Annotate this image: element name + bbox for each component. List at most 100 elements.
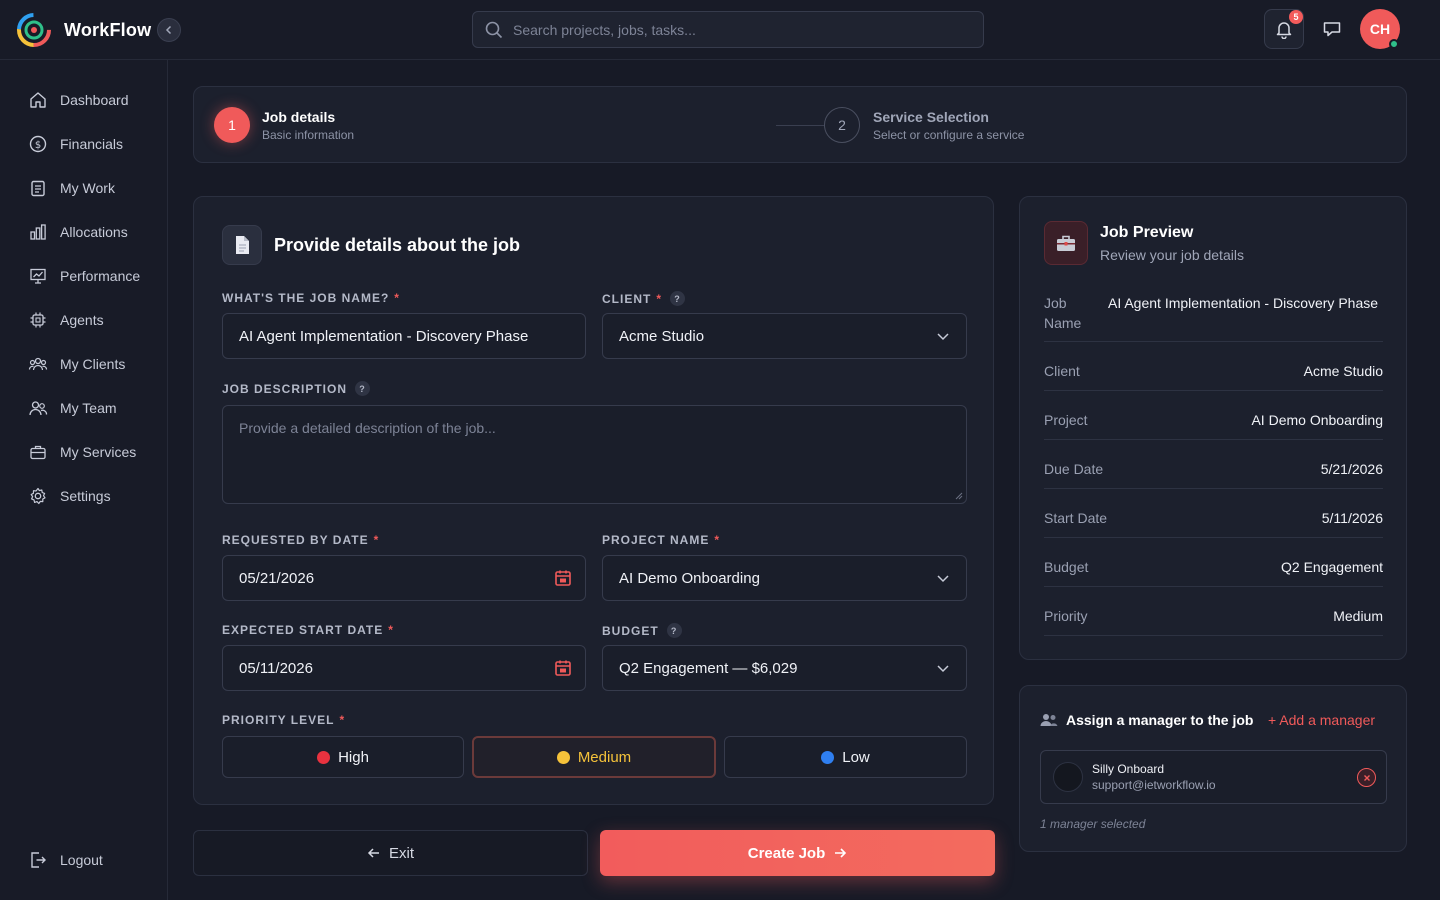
start-date-input[interactable]: 05/11/2026 (222, 645, 586, 691)
chat-icon (1323, 22, 1341, 37)
requested-by-date-input[interactable]: 05/21/2026 (222, 555, 586, 601)
logout-label: Logout (60, 852, 103, 868)
client-label-text: CLIENT (602, 291, 652, 306)
job-name-value: AI Agent Implementation - Discovery Phas… (239, 327, 529, 345)
sidebar-item-allocations[interactable]: Allocations (28, 220, 128, 244)
sidebar-item-financials[interactable]: $ Financials (28, 132, 123, 156)
chip-icon (28, 310, 48, 330)
collapse-sidebar-button[interactable] (157, 18, 181, 42)
assign-manager-title-text: Assign a manager to the job (1066, 712, 1254, 728)
clipboard-icon (28, 178, 48, 198)
search-bar[interactable] (472, 11, 984, 48)
yellow-dot-icon (556, 750, 570, 764)
preview-value: AI Agent Implementation - Discovery Phas… (1108, 295, 1379, 311)
sidebar-item-performance[interactable]: Performance (28, 264, 140, 288)
preview-row-priority: Priority Medium (1044, 608, 1383, 636)
create-job-button[interactable]: Create Job (600, 830, 995, 876)
add-manager-button[interactable]: + Add a manager (1268, 712, 1375, 728)
preview-value: 5/11/2026 (1321, 510, 1383, 526)
requested-by-label-text: REQUESTED BY DATE (222, 533, 369, 547)
logo-icon (17, 13, 51, 47)
preview-key: Job Name (1044, 295, 1082, 331)
messages-button[interactable] (1318, 15, 1346, 43)
preview-value: AI Demo Onboarding (1251, 412, 1383, 428)
help-icon[interactable]: ? (355, 381, 371, 396)
presentation-chart-icon (28, 266, 48, 286)
sidebar-item-agents[interactable]: Agents (28, 308, 104, 332)
priority-label-text: PRIORITY LEVEL (222, 713, 335, 727)
client-value: Acme Studio (619, 327, 705, 345)
budget-select[interactable]: Q2 Engagement — $6,029 (602, 645, 967, 691)
preview-row-project: Project AI Demo Onboarding (1044, 412, 1383, 440)
users-icon (28, 398, 48, 418)
resize-handle-icon[interactable] (955, 492, 963, 500)
preview-value: Acme Studio (1303, 363, 1383, 379)
project-name-select[interactable]: AI Demo Onboarding (602, 555, 967, 601)
arrow-right-icon (835, 848, 847, 858)
sidebar-item-label: My Team (60, 400, 117, 416)
form-title: Provide details about the job (274, 235, 521, 255)
priority-high-button[interactable]: High (222, 736, 464, 778)
sidebar-item-settings[interactable]: Settings (28, 484, 111, 508)
bar-chart-icon (28, 222, 48, 242)
briefcase-icon (28, 442, 48, 462)
logout-button[interactable]: Logout (28, 848, 103, 872)
sidebar-item-dashboard[interactable]: Dashboard (28, 88, 129, 112)
sidebar-item-label: Agents (60, 312, 104, 328)
project-name-label: PROJECT NAME * (602, 533, 720, 547)
calendar-icon[interactable] (553, 658, 573, 678)
assign-manager-title: Assign a manager to the job (1040, 712, 1253, 728)
required-mark: * (373, 533, 380, 547)
avatar (1053, 762, 1083, 792)
job-name-input[interactable]: AI Agent Implementation - Discovery Phas… (222, 313, 586, 359)
sidebar-item-my-clients[interactable]: My Clients (28, 352, 125, 376)
preview-title: Job Preview (1100, 224, 1194, 241)
blue-dot-icon (821, 750, 835, 764)
step-1-number[interactable]: 1 (214, 107, 250, 143)
priority-option-label: Low (842, 748, 870, 766)
close-icon (1363, 774, 1370, 781)
help-icon[interactable]: ? (670, 291, 686, 306)
exit-button[interactable]: Exit (193, 830, 588, 876)
preview-key: Budget (1044, 559, 1089, 575)
preview-row-due-date: Due Date 5/21/2026 (1044, 461, 1383, 489)
budget-label-text: BUDGET (602, 623, 659, 638)
calendar-icon[interactable] (553, 568, 573, 588)
priority-medium-button[interactable]: Medium (472, 736, 716, 778)
preview-key: Start Date (1044, 510, 1108, 526)
required-mark: * (394, 291, 400, 305)
arrow-left-icon (367, 848, 379, 858)
step-2-subtitle: Select or configure a service (873, 128, 1025, 142)
app-logo[interactable]: WorkFlow (16, 12, 151, 48)
sidebar-item-label: My Services (60, 444, 137, 460)
start-date-label-text: EXPECTED START DATE (222, 623, 384, 637)
exit-label: Exit (388, 844, 414, 862)
job-preview-card: Job Preview Review your job details Job … (1019, 196, 1407, 660)
sidebar-item-my-work[interactable]: My Work (28, 176, 115, 200)
step-2-number[interactable]: 2 (824, 107, 860, 143)
start-date-label: EXPECTED START DATE * (222, 623, 394, 637)
remove-manager-button[interactable] (1357, 768, 1376, 787)
manager-count-text: 1 manager selected (1040, 817, 1146, 831)
client-select[interactable]: Acme Studio (602, 313, 967, 359)
requested-by-label: REQUESTED BY DATE * (222, 533, 379, 547)
description-placeholder: Provide a detailed description of the jo… (239, 420, 496, 436)
document-icon (222, 225, 262, 265)
help-icon[interactable]: ? (666, 623, 682, 638)
red-dot-icon (317, 750, 331, 764)
priority-low-button[interactable]: Low (724, 736, 967, 778)
sidebar-item-my-team[interactable]: My Team (28, 396, 117, 420)
sidebar-item-my-services[interactable]: My Services (28, 440, 136, 464)
sidebar-item-label: Dashboard (60, 92, 129, 108)
priority-option-label: Medium (577, 748, 632, 766)
step-connector (776, 125, 824, 126)
assign-manager-card: Assign a manager to the job + Add a mana… (1019, 685, 1407, 852)
requested-by-value: 05/21/2026 (239, 569, 315, 587)
step-1-subtitle: Basic information (262, 128, 355, 142)
sidebar-item-label: Allocations (60, 224, 128, 240)
required-mark: * (656, 291, 663, 306)
project-name-value: AI Demo Onboarding (619, 569, 760, 587)
chevron-down-icon (937, 575, 949, 583)
search-input[interactable] (513, 21, 953, 38)
description-textarea[interactable]: Provide a detailed description of the jo… (222, 405, 967, 504)
